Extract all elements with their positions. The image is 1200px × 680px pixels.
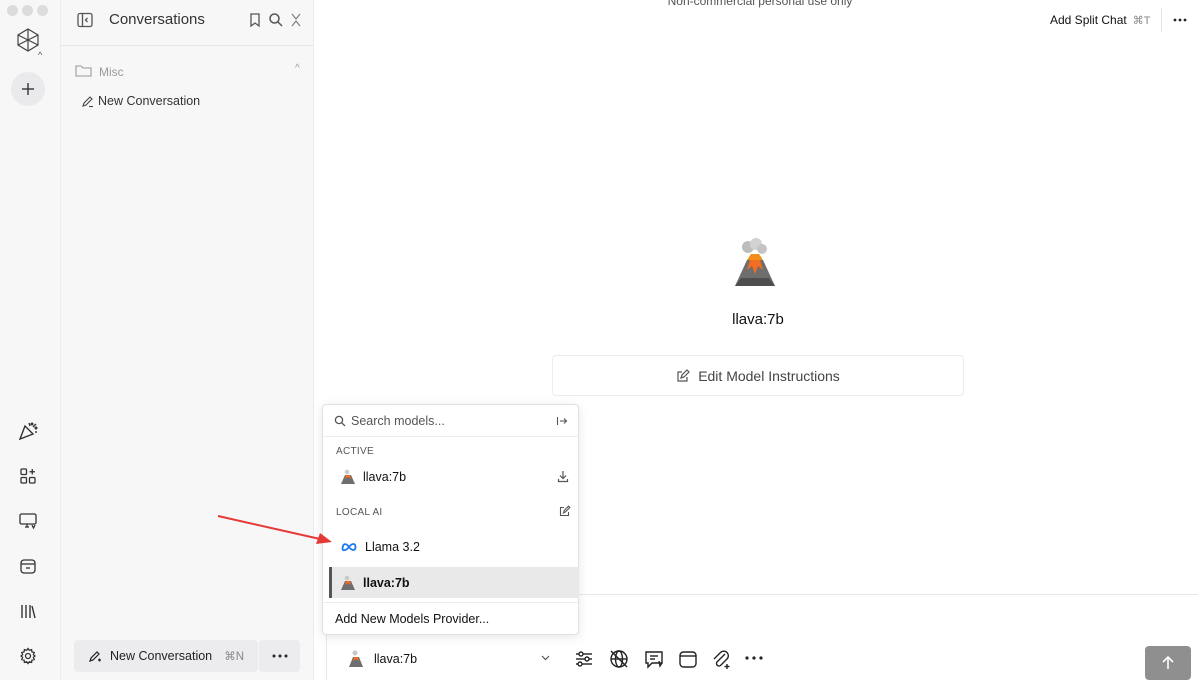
selected-model-label: llava:7b bbox=[374, 652, 418, 666]
bookmark-icon[interactable] bbox=[246, 11, 264, 29]
section-local-ai-title: LOCAL AI bbox=[336, 507, 383, 518]
web-search-off-icon[interactable] bbox=[608, 648, 630, 670]
sidebar-more-button[interactable] bbox=[259, 640, 300, 672]
chevron-down-icon bbox=[540, 652, 551, 663]
window-minimize-button[interactable] bbox=[22, 5, 33, 16]
model-selector[interactable]: llava:7b bbox=[340, 646, 562, 672]
download-icon[interactable] bbox=[557, 470, 569, 483]
model-item-selected[interactable]: llava:7b bbox=[329, 567, 579, 598]
model-item-label: Llama 3.2 bbox=[365, 540, 420, 554]
volcano-icon bbox=[731, 238, 779, 290]
sidebar-title: Conversations bbox=[109, 11, 205, 28]
search-icon bbox=[334, 415, 346, 427]
archive-box-icon[interactable] bbox=[14, 552, 42, 580]
conversation-label: New Conversation bbox=[98, 94, 201, 108]
volcano-icon bbox=[348, 650, 364, 668]
edit-instructions-label: Edit Model Instructions bbox=[698, 367, 840, 384]
model-picker-dropdown: Search models... ACTIVE llava:7b LOCAL A… bbox=[322, 404, 579, 635]
edit-model-instructions-button[interactable]: Edit Model Instructions bbox=[552, 355, 964, 396]
section-active-title: ACTIVE bbox=[336, 446, 374, 457]
attach-paperclip-icon[interactable] bbox=[710, 648, 732, 670]
window-zoom-button[interactable] bbox=[37, 5, 48, 16]
sidebar-header: Conversations bbox=[61, 0, 314, 46]
archive-box-icon[interactable] bbox=[677, 648, 699, 670]
new-conversation-shortcut: ⌘N bbox=[224, 651, 244, 663]
sliders-icon[interactable] bbox=[573, 648, 595, 670]
split-chat-shortcut: ⌘T bbox=[1132, 15, 1151, 27]
meta-icon bbox=[341, 542, 357, 552]
window-close-button[interactable] bbox=[7, 5, 18, 16]
settings-gear-icon[interactable] bbox=[14, 642, 42, 670]
volcano-icon bbox=[341, 575, 355, 591]
folder-chevron-up-icon[interactable]: ^ bbox=[295, 63, 300, 74]
model-item-label: llava:7b bbox=[363, 470, 407, 484]
add-models-provider-button[interactable]: Add New Models Provider... bbox=[323, 602, 578, 635]
model-item-active[interactable]: llava:7b bbox=[323, 462, 578, 492]
annotation-arrow-icon bbox=[217, 515, 332, 544]
edit-square-icon bbox=[676, 368, 691, 383]
folder-misc[interactable]: Misc ^ bbox=[75, 62, 305, 82]
party-popper-icon[interactable] bbox=[14, 417, 42, 445]
add-provider-label: Add New Models Provider... bbox=[335, 612, 490, 626]
new-conversation-pencil-icon bbox=[88, 649, 102, 663]
prompt-library-icon[interactable] bbox=[643, 648, 665, 670]
pencil-icon bbox=[81, 95, 94, 108]
collapse-icon[interactable] bbox=[289, 11, 303, 29]
add-split-chat-button[interactable]: Add Split Chat ⌘T bbox=[1050, 13, 1150, 27]
more-dots-icon bbox=[272, 654, 287, 658]
workspace-chevron-icon[interactable]: ^ bbox=[38, 50, 42, 60]
model-item-label: llava:7b bbox=[363, 575, 410, 590]
search-icon[interactable] bbox=[267, 11, 285, 29]
collapse-panel-icon[interactable] bbox=[556, 415, 568, 427]
model-search-field[interactable]: Search models... bbox=[323, 405, 578, 437]
library-icon[interactable] bbox=[14, 597, 42, 625]
model-search-placeholder: Search models... bbox=[351, 414, 445, 428]
folder-name: Misc bbox=[99, 65, 124, 79]
app-rail: ^ bbox=[0, 0, 61, 680]
monitor-icon[interactable] bbox=[14, 507, 42, 535]
conversations-sidebar: Conversations Misc ^ New Conversation Ne… bbox=[61, 0, 314, 680]
arrow-up-icon bbox=[1162, 655, 1174, 669]
composer-more-icon[interactable] bbox=[744, 655, 764, 661]
new-conversation-button[interactable]: New Conversation ⌘N bbox=[74, 640, 258, 672]
main-more-button[interactable] bbox=[1161, 8, 1197, 32]
apps-grid-icon[interactable] bbox=[14, 462, 42, 490]
new-conversation-label: New Conversation bbox=[110, 649, 213, 663]
volcano-icon bbox=[341, 469, 355, 485]
license-banner: Non-commercial personal use only bbox=[667, 0, 853, 8]
send-button[interactable] bbox=[1145, 646, 1191, 680]
model-item-llama[interactable]: Llama 3.2 bbox=[323, 532, 578, 562]
conversation-item[interactable]: New Conversation bbox=[81, 92, 200, 110]
more-dots-icon bbox=[1173, 18, 1186, 22]
split-chat-label: Add Split Chat bbox=[1050, 13, 1127, 27]
folder-icon bbox=[75, 64, 93, 78]
add-workspace-button[interactable] bbox=[11, 72, 45, 106]
edit-provider-icon[interactable] bbox=[559, 505, 571, 517]
model-name-title: llava:7b bbox=[732, 311, 784, 328]
sidebar-toggle-icon[interactable] bbox=[76, 11, 94, 29]
